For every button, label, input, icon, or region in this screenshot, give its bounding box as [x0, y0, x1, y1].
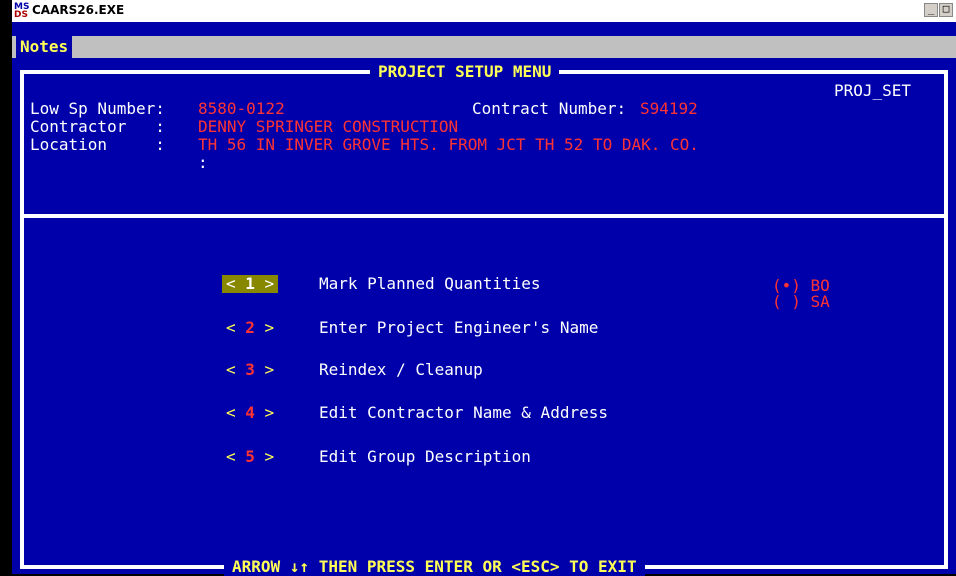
- option-1-key[interactable]: < 1 >: [222, 275, 279, 293]
- menu-bar: Notes: [12, 36, 956, 58]
- option-5-key[interactable]: < 5 >: [222, 448, 278, 466]
- option-3-key[interactable]: < 3 >: [222, 361, 278, 379]
- frame-right: [944, 70, 948, 569]
- option-3[interactable]: < 3 >: [222, 361, 278, 379]
- contract-value: S94192: [640, 99, 698, 118]
- restore-icon[interactable]: □: [939, 3, 953, 17]
- option-2-label[interactable]: Enter Project Engineer's Name: [319, 319, 598, 337]
- option-3-label[interactable]: Reindex / Cleanup: [319, 361, 483, 379]
- contract-label: Contract Number:: [472, 99, 627, 118]
- option-5[interactable]: < 5 >: [222, 448, 278, 466]
- ms-dos-icon: MS DS: [14, 2, 30, 20]
- dos-window: MS DS CAARS26.EXE _ □ Notes PROJECT SETUP…: [12, 0, 956, 576]
- option-4-key[interactable]: < 4 >: [222, 404, 278, 422]
- screen-title: PROJECT SETUP MENU: [370, 63, 560, 81]
- radio-sa[interactable]: ( ) SA: [772, 294, 830, 310]
- menu-notes[interactable]: Notes: [16, 36, 73, 58]
- location-value: TH 56 IN INVER GROVE HTS. FROM JCT TH 52…: [198, 135, 699, 154]
- option-1[interactable]: < 1 >: [222, 275, 279, 293]
- frame-left: [20, 70, 24, 569]
- contractor-label: Contractor :: [30, 117, 165, 136]
- screen-id: PROJ_SET: [834, 81, 912, 100]
- option-2[interactable]: < 2 >: [222, 319, 278, 337]
- radio-sa-mark: ( ): [772, 292, 801, 311]
- option-4[interactable]: < 4 >: [222, 404, 278, 422]
- option-5-label[interactable]: Edit Group Description: [319, 448, 531, 466]
- option-4-label[interactable]: Edit Contractor Name & Address: [319, 404, 608, 422]
- location-line2: :: [198, 153, 208, 172]
- option-2-key[interactable]: < 2 >: [222, 319, 278, 337]
- footer-hint: ARROW ↓↑ THEN PRESS ENTER OR <ESC> TO EX…: [224, 558, 645, 576]
- frame-divider: [20, 214, 948, 218]
- left-border: [0, 0, 12, 574]
- window-title: CAARS26.EXE: [32, 3, 125, 17]
- minimize-icon[interactable]: _: [924, 3, 938, 17]
- low-sp-value: 8580-0122: [198, 99, 285, 118]
- option-1-label[interactable]: Mark Planned Quantities: [319, 275, 541, 293]
- low-sp-label: Low Sp Number:: [30, 99, 165, 118]
- contractor-value: DENNY SPRINGER CONSTRUCTION: [198, 117, 459, 136]
- title-bar[interactable]: MS DS CAARS26.EXE _ □: [12, 0, 956, 22]
- location-label: Location :: [30, 135, 165, 154]
- radio-sa-label: SA: [810, 292, 830, 311]
- menu-strip: [12, 22, 956, 36]
